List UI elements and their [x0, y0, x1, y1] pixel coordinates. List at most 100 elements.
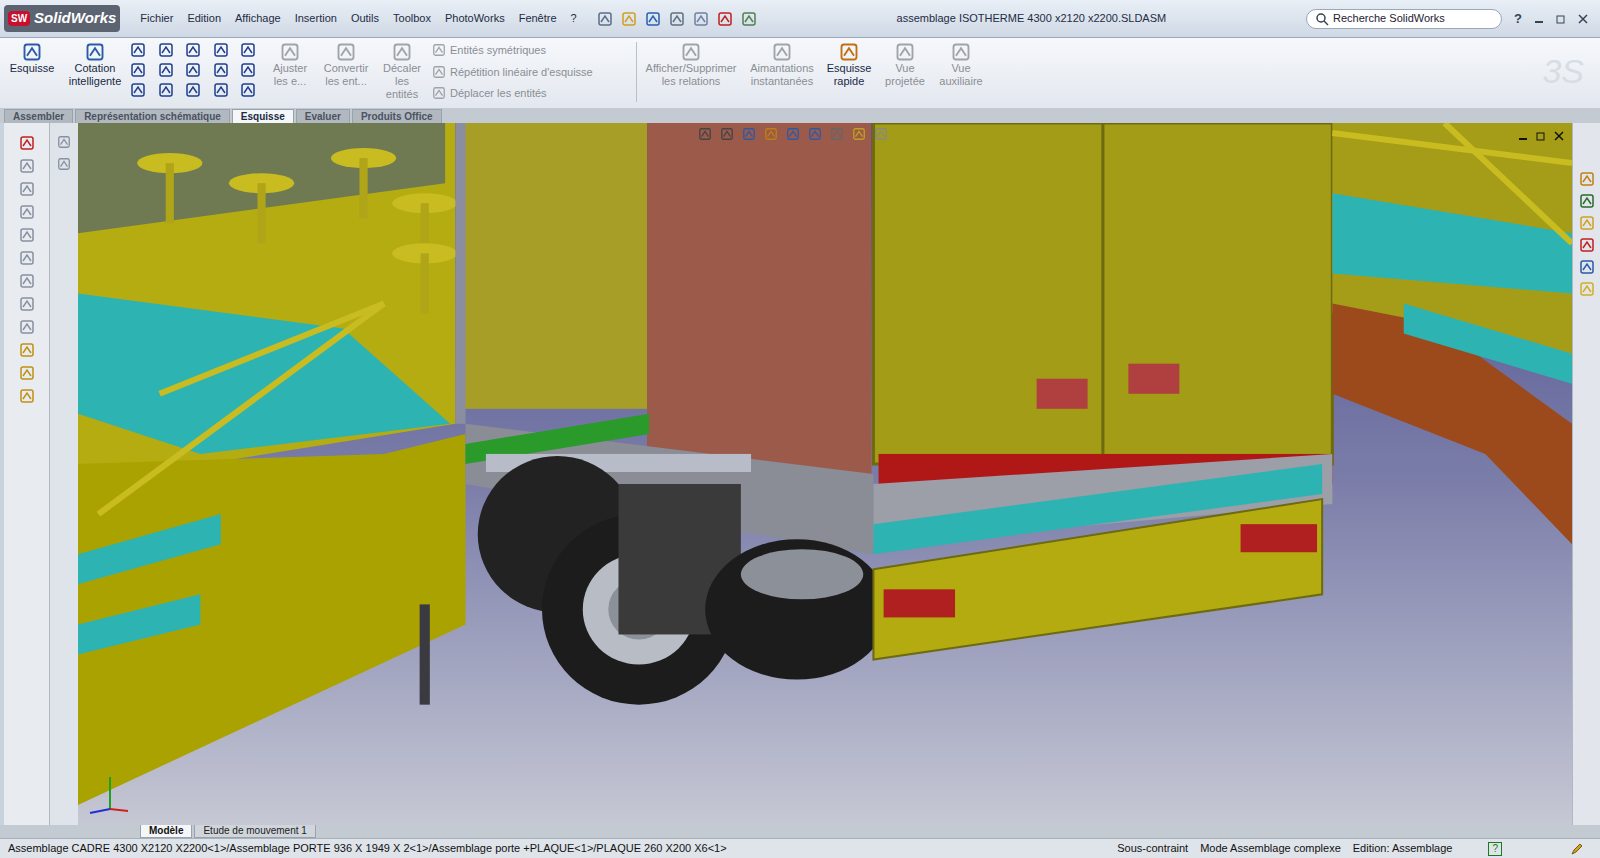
small-command-icon[interactable] — [432, 86, 446, 100]
command-button[interactable]: Vueauxiliaire — [935, 38, 987, 88]
tool-icon[interactable] — [57, 135, 71, 149]
toolbar-icon[interactable] — [621, 11, 637, 27]
command-icon[interactable] — [839, 42, 859, 62]
task-pane-icon[interactable] — [1579, 171, 1595, 187]
toolbar-icon[interactable] — [741, 11, 757, 27]
sketch-tool-icon[interactable] — [213, 62, 229, 78]
bottom-tab[interactable]: Etude de mouvement 1 — [194, 825, 315, 838]
pen-icon[interactable] — [1570, 842, 1584, 856]
tool-icon[interactable] — [57, 157, 71, 171]
sketch-tool-icon[interactable] — [213, 42, 229, 58]
view-tool-icon[interactable] — [830, 127, 844, 141]
tool-icon[interactable] — [19, 227, 35, 243]
sketch-tool-icon[interactable] — [240, 62, 256, 78]
small-command[interactable]: Déplacer les entités — [432, 85, 632, 102]
toolbar-icon[interactable] — [693, 11, 709, 27]
command-tab[interactable]: Esquisse — [232, 109, 294, 123]
toolbar-icon[interactable] — [669, 11, 685, 27]
tool-icon[interactable] — [19, 342, 35, 358]
command-tab[interactable]: Assembler — [4, 109, 73, 123]
command-button[interactable]: Décalerlesentités — [376, 38, 428, 101]
command-icon[interactable] — [336, 42, 356, 62]
command-icon[interactable] — [895, 42, 915, 62]
sketch-tool-icon[interactable] — [240, 42, 256, 58]
sketch-tool-icon[interactable] — [158, 42, 174, 58]
tool-icon[interactable] — [19, 181, 35, 197]
small-command-icon[interactable] — [432, 65, 446, 79]
tool-icon[interactable] — [19, 250, 35, 266]
task-pane-icon[interactable] — [1579, 281, 1595, 297]
tool-icon[interactable] — [19, 273, 35, 289]
command-icon[interactable] — [392, 42, 412, 62]
graphics-viewport[interactable] — [78, 123, 1572, 825]
small-command[interactable]: Répétition linéaire d'esquisse — [432, 64, 632, 81]
command-tab[interactable]: Produits Office — [352, 109, 442, 123]
sketch-tool-icon[interactable] — [213, 82, 229, 98]
view-tool-icon[interactable] — [764, 127, 778, 141]
command-button[interactable]: Esquisse — [4, 38, 60, 75]
menu-item[interactable]: Outils — [351, 10, 379, 27]
command-button[interactable]: Afficher/Supprimerles relations — [641, 38, 741, 88]
toolbar-icon[interactable] — [597, 11, 613, 27]
sketch-tool-icon[interactable] — [240, 82, 256, 98]
view-tool-icon[interactable] — [786, 127, 800, 141]
command-icon[interactable] — [681, 42, 701, 62]
status-help-button[interactable]: ? — [1488, 842, 1502, 856]
sketch-tool-icon[interactable] — [130, 62, 146, 78]
sketch-tool-icon[interactable] — [185, 82, 201, 98]
restore-icon[interactable] — [1536, 131, 1546, 141]
command-icon[interactable] — [280, 42, 300, 62]
command-button[interactable]: Ajusterles e... — [264, 38, 316, 88]
view-tool-icon[interactable] — [698, 127, 712, 141]
tool-icon[interactable] — [19, 296, 35, 312]
command-tab[interactable]: Evaluer — [296, 109, 350, 123]
restore-icon[interactable] — [1556, 14, 1566, 24]
view-tool-icon[interactable] — [874, 127, 888, 141]
toolbar-icon[interactable] — [645, 11, 661, 27]
tool-icon[interactable] — [19, 319, 35, 335]
command-button[interactable]: Cotationintelligente — [64, 38, 126, 88]
sketch-tool-icon[interactable] — [158, 82, 174, 98]
command-button[interactable]: Esquisserapide — [823, 38, 875, 88]
minimize-icon[interactable] — [1518, 131, 1528, 141]
menu-item[interactable]: Fichier — [140, 10, 173, 27]
help-button[interactable]: ? — [1510, 9, 1526, 29]
menu-item[interactable]: Edition — [187, 10, 221, 27]
task-pane-icon[interactable] — [1579, 237, 1595, 253]
command-icon[interactable] — [951, 42, 971, 62]
sketch-tool-icon[interactable] — [185, 62, 201, 78]
sketch-tool-icon[interactable] — [158, 62, 174, 78]
toolbar-icon[interactable] — [717, 11, 733, 27]
task-pane-icon[interactable] — [1579, 193, 1595, 209]
menu-item[interactable]: Affichage — [235, 10, 281, 27]
menu-item[interactable]: ? — [571, 10, 577, 27]
view-tool-icon[interactable] — [808, 127, 822, 141]
command-icon[interactable] — [85, 42, 105, 62]
sketch-tool-icon[interactable] — [185, 42, 201, 58]
menu-item[interactable]: Insertion — [295, 10, 337, 27]
command-button[interactable]: Aimantationsinstantanées — [745, 38, 819, 88]
tool-icon[interactable] — [19, 158, 35, 174]
tool-icon[interactable] — [19, 388, 35, 404]
command-icon[interactable] — [22, 42, 42, 62]
tool-icon[interactable] — [19, 135, 35, 151]
close-icon[interactable] — [1578, 14, 1588, 24]
small-command[interactable]: Entités symétriques — [432, 42, 632, 59]
command-button[interactable]: Convertirles ent... — [320, 38, 372, 88]
close-icon[interactable] — [1554, 131, 1564, 141]
command-button[interactable]: Vueprojetée — [879, 38, 931, 88]
task-pane-icon[interactable] — [1579, 215, 1595, 231]
sketch-tool-icon[interactable] — [130, 82, 146, 98]
menu-item[interactable]: Toolbox — [393, 10, 431, 27]
bottom-tab[interactable]: Modèle — [140, 825, 192, 838]
view-tool-icon[interactable] — [720, 127, 734, 141]
minimize-icon[interactable] — [1534, 14, 1544, 24]
command-icon[interactable] — [772, 42, 792, 62]
view-tool-icon[interactable] — [742, 127, 756, 141]
command-tab[interactable]: Représentation schématique — [75, 109, 230, 123]
menu-item[interactable]: Fenêtre — [519, 10, 557, 27]
tool-icon[interactable] — [19, 365, 35, 381]
view-tool-icon[interactable] — [852, 127, 866, 141]
tool-icon[interactable] — [19, 204, 35, 220]
menu-item[interactable]: PhotoWorks — [445, 10, 505, 27]
